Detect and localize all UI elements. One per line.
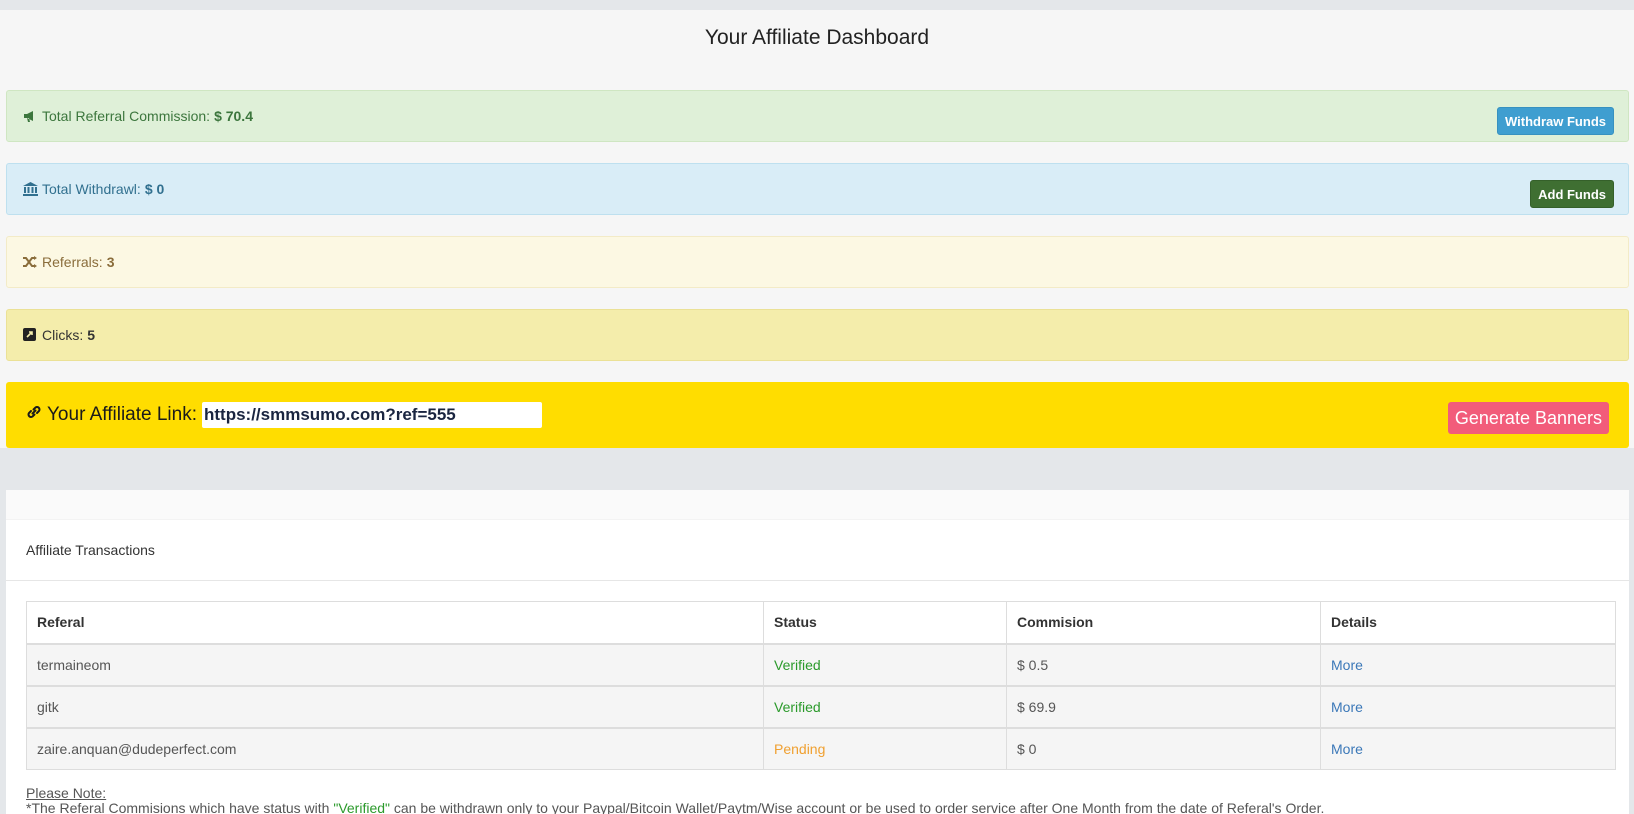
note-prefix: *The Referal Commisions which have statu… — [26, 800, 334, 814]
affiliate-link-input[interactable] — [202, 402, 542, 428]
referrals-alert: Referrals: 3 — [6, 236, 1629, 288]
status-cell: Pending — [763, 726, 1007, 770]
affiliate-link-label: Your Affiliate Link: — [47, 404, 197, 425]
referrals-value: 3 — [106, 254, 115, 270]
bullhorn-icon — [23, 109, 39, 123]
bank-icon — [23, 182, 39, 196]
more-link[interactable]: More — [1331, 657, 1363, 673]
clicks-value: 5 — [87, 327, 96, 343]
page-title: Your Affiliate Dashboard — [704, 26, 930, 49]
clicks-label: Clicks: — [42, 327, 84, 343]
referrals-label: Referrals: — [42, 254, 103, 270]
transactions-table: Referal Status Commision Details termain… — [26, 601, 1616, 770]
generate-banners-button[interactable]: Generate Banners — [1447, 402, 1609, 434]
note-suffix: can be withdrawn only to your Paypal/Bit… — [389, 800, 1325, 814]
table-row: zaire.anquan@dudeperfect.com Pending $ 0… — [26, 726, 1616, 770]
column-header-commision: Commision — [1006, 601, 1321, 644]
commission-alert: Total Referral Commission: $ 70.4 Withdr… — [6, 90, 1629, 142]
table-header-row: Referal Status Commision Details — [26, 601, 1616, 644]
please-note: Please Note: *The Referal Commisions whi… — [26, 786, 1324, 814]
column-header-referal: Referal — [26, 601, 764, 644]
more-link[interactable]: More — [1331, 741, 1363, 757]
table-row: gitk Verified $ 69.9 More — [26, 684, 1616, 728]
column-header-status: Status — [763, 601, 1007, 644]
dashboard-panel: Your Affiliate Dashboard Total Referral … — [0, 10, 1634, 448]
link-icon — [26, 404, 42, 426]
status-cell: Verified — [763, 642, 1007, 686]
withdrawl-label: Total Withdrawl: — [42, 181, 141, 197]
add-funds-button[interactable]: Add Funds — [1530, 180, 1614, 208]
details-cell: More — [1320, 684, 1616, 728]
column-header-details: Details — [1320, 601, 1616, 644]
more-link[interactable]: More — [1331, 699, 1363, 715]
transactions-heading: Affiliate Transactions — [6, 520, 1629, 581]
referal-cell: gitk — [26, 684, 764, 728]
commision-cell: $ 69.9 — [1006, 684, 1321, 728]
affiliate-link-bar: Your Affiliate Link: Generate Banners — [6, 382, 1629, 448]
status-cell: Verified — [763, 684, 1007, 728]
details-cell: More — [1320, 642, 1616, 686]
withdrawl-alert: Total Withdrawl: $ 0 Add Funds — [6, 163, 1629, 215]
commision-cell: $ 0.5 — [1006, 642, 1321, 686]
random-icon — [23, 255, 39, 269]
referal-cell: zaire.anquan@dudeperfect.com — [26, 726, 764, 770]
table-row: termaineom Verified $ 0.5 More — [26, 642, 1616, 686]
panel-strip — [6, 490, 1629, 520]
commission-value: $ 70.4 — [214, 108, 253, 124]
transactions-panel: Affiliate Transactions Referal Status Co… — [6, 490, 1629, 814]
withdrawl-value: $ 0 — [144, 181, 165, 197]
referal-cell: termaineom — [26, 642, 764, 686]
withdraw-funds-button[interactable]: Withdraw Funds — [1497, 107, 1614, 135]
note-text: *The Referal Commisions which have statu… — [26, 801, 1324, 814]
note-verified: "Verified" — [333, 800, 390, 814]
details-cell: More — [1320, 726, 1616, 770]
commission-label: Total Referral Commission: — [42, 108, 211, 124]
external-link-icon — [23, 328, 39, 342]
commision-cell: $ 0 — [1006, 726, 1321, 770]
clicks-alert: Clicks: 5 — [6, 309, 1629, 361]
note-title: Please Note: — [26, 785, 107, 801]
